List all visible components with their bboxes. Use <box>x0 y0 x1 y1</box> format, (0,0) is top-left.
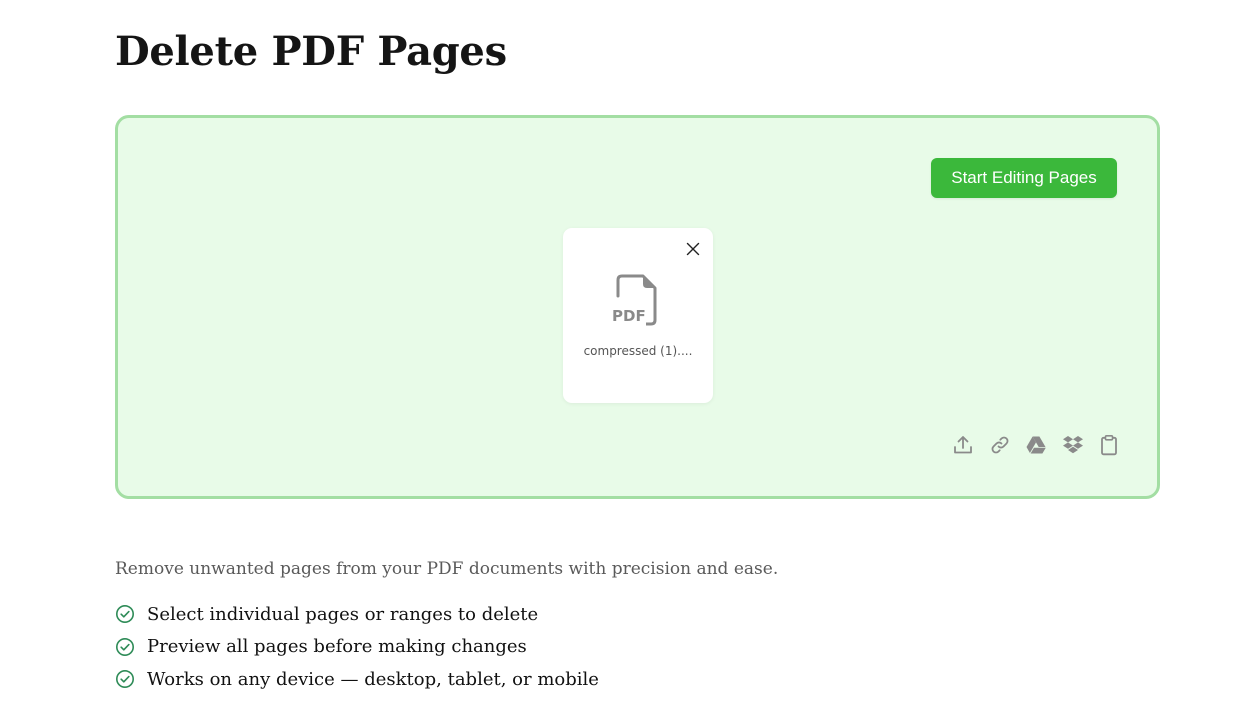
dropbox-icon <box>1062 436 1083 454</box>
feature-item: Works on any device — desktop, tablet, o… <box>115 663 599 696</box>
upload-from-device-button[interactable] <box>951 433 975 457</box>
clipboard-icon <box>1101 434 1117 456</box>
page-description: Remove unwanted pages from your PDF docu… <box>115 559 779 579</box>
feature-text: Preview all pages before making changes <box>147 636 527 658</box>
upload-source-toolbar <box>951 433 1121 457</box>
upload-from-dropbox-button[interactable] <box>1061 433 1085 457</box>
start-editing-button[interactable]: Start Editing Pages <box>931 158 1117 198</box>
check-circle-icon <box>116 670 134 689</box>
paste-from-clipboard-button[interactable] <box>1097 433 1121 457</box>
feature-text: Works on any device — desktop, tablet, o… <box>147 668 599 690</box>
feature-item: Preview all pages before making changes <box>115 631 599 664</box>
remove-file-button[interactable] <box>682 238 704 260</box>
file-name: compressed (1).... <box>583 344 693 358</box>
upload-dropzone[interactable]: Start Editing Pages PDF compressed (1)..… <box>115 115 1160 499</box>
check-circle-icon <box>116 605 134 624</box>
feature-list: Select individual pages or ranges to del… <box>115 598 599 696</box>
page-title: Delete PDF Pages <box>115 28 507 75</box>
feature-text: Select individual pages or ranges to del… <box>147 603 539 625</box>
close-icon <box>686 242 700 256</box>
feature-item: Select individual pages or ranges to del… <box>115 598 599 631</box>
upload-from-google-drive-button[interactable] <box>1024 433 1048 457</box>
google-drive-icon <box>1026 436 1046 454</box>
pdf-file-icon-label: PDF <box>612 307 646 325</box>
pdf-file-icon: PDF <box>612 274 657 326</box>
upload-from-url-button[interactable] <box>988 433 1012 457</box>
file-card: PDF compressed (1).... <box>563 228 713 403</box>
link-icon <box>991 436 1008 454</box>
check-circle-icon <box>116 637 134 656</box>
upload-icon <box>954 436 972 454</box>
